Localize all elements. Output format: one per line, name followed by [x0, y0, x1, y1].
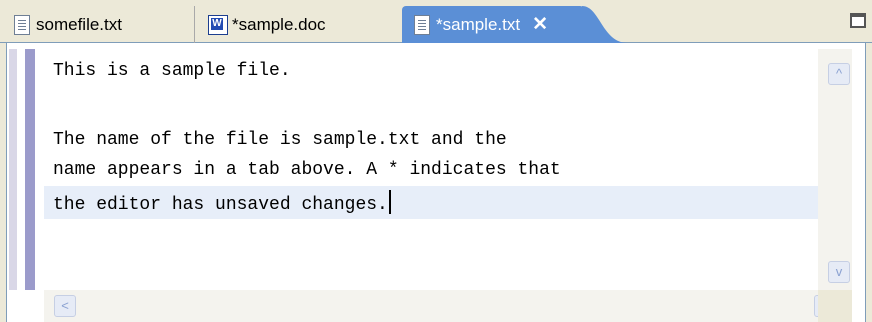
- tab-label: *sample.txt: [436, 14, 521, 34]
- vertical-ruler: [9, 49, 17, 290]
- tab-divider: [194, 6, 195, 43]
- vertical-scrollbar[interactable]: ^ v: [818, 49, 852, 290]
- editor-line-1: This is a sample file.: [53, 61, 291, 81]
- tab-sample-doc[interactable]: W *sample.doc: [208, 6, 398, 43]
- tab-sample-txt[interactable]: *sample.txt ✕: [402, 6, 584, 43]
- editor-tab-strip: somefile.txt W *sample.doc *sample.txt ✕: [0, 0, 872, 43]
- editor-line-5: the editor has unsaved changes.: [53, 190, 391, 215]
- text-file-icon: [14, 14, 30, 35]
- horizontal-scrollbar[interactable]: < >: [44, 290, 852, 322]
- scrollbar-corner: [818, 290, 852, 322]
- change-ruler-marker: [25, 49, 35, 290]
- scroll-down-button[interactable]: v: [828, 261, 850, 283]
- close-tab-icon[interactable]: ✕: [532, 13, 548, 36]
- maximize-button[interactable]: [850, 13, 866, 28]
- active-tab-curve: [582, 6, 628, 43]
- tab-somefile-txt[interactable]: somefile.txt: [14, 6, 192, 43]
- tab-label: *sample.doc: [232, 14, 326, 34]
- editor-line-5-text: the editor has unsaved changes.: [53, 195, 388, 215]
- word-document-icon: W: [208, 14, 228, 35]
- tab-label: somefile.txt: [36, 14, 122, 34]
- text-file-icon: [414, 14, 430, 35]
- editor-line-4: name appears in a tab above. A * indicat…: [53, 160, 561, 180]
- text-caret: [388, 190, 391, 214]
- scroll-left-button[interactable]: <: [54, 295, 76, 317]
- editor-line-3: The name of the file is sample.txt and t…: [53, 130, 507, 150]
- scroll-up-button[interactable]: ^: [828, 63, 850, 85]
